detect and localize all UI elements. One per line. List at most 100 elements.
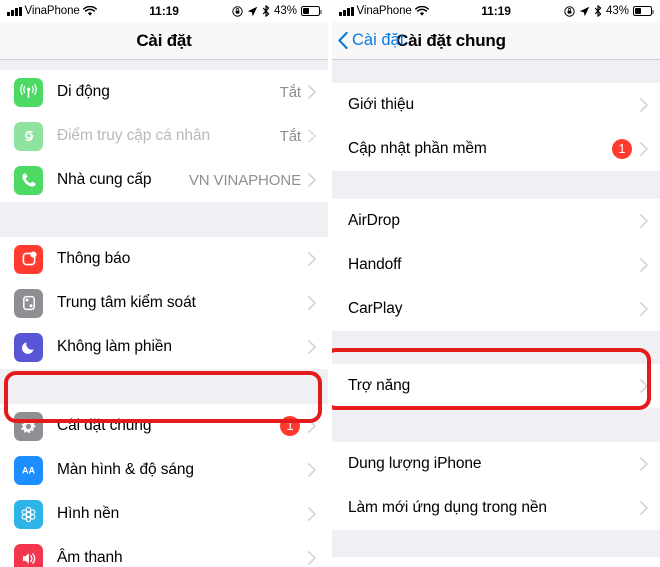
row-gioi-thieu[interactable]: Giới thiệu: [332, 83, 660, 127]
battery-percent-label: 43%: [273, 5, 297, 17]
row-label: Cập nhật phần mềm: [348, 140, 487, 157]
status-badge: 1: [612, 139, 632, 159]
row-label: Cài đặt chung: [57, 417, 152, 434]
row-label: Làm mới ứng dụng trong nền: [348, 499, 547, 516]
status-badge: 1: [280, 416, 300, 436]
chevron-right-icon: [640, 142, 648, 156]
row-label: Nhà cung cấp: [57, 171, 152, 188]
row-lam-moi-ung-dung[interactable]: Làm mới ứng dụng trong nền: [332, 486, 660, 530]
svg-text:AA: AA: [22, 465, 35, 475]
list-spacer: [332, 171, 660, 199]
list-spacer: [332, 530, 660, 557]
settings-group-partial: [332, 557, 660, 567]
row-trung-tam-kiem-soat[interactable]: Trung tâm kiểm soát: [0, 281, 328, 325]
battery-icon: [633, 6, 654, 16]
chevron-right-icon: [640, 214, 648, 228]
do-not-disturb-icon: [14, 332, 43, 362]
chevron-right-icon: [308, 340, 316, 354]
row-thong-bao[interactable]: Thông báo: [0, 237, 328, 281]
row-hinh-nen[interactable]: Hình nền: [0, 492, 328, 536]
row-label: Điểm truy cập cá nhân: [57, 127, 210, 144]
battery-percent-label: 43%: [605, 5, 629, 17]
chevron-right-icon: [308, 296, 316, 310]
status-bar-right-group: 43%: [232, 5, 322, 17]
right-phone-screen: VinaPhone 11:19 43% Cài đặt Cài đặt chun…: [332, 0, 660, 567]
sound-icon: [14, 543, 43, 567]
row-label: Âm thanh: [57, 549, 123, 566]
nav-bar-right: Cài đặt Cài đặt chung: [332, 22, 660, 60]
chevron-right-icon: [308, 419, 316, 433]
status-bar-right-group: 43%: [564, 5, 654, 17]
chevron-right-icon: [640, 501, 648, 515]
row-nha-cung-cap[interactable]: Nhà cung cấp VN VINAPHONE: [0, 158, 328, 202]
chevron-right-icon: [308, 463, 316, 477]
chevron-right-icon: [640, 457, 648, 471]
row-tro-nang[interactable]: Trợ năng: [332, 364, 660, 408]
row-label: Handoff: [348, 256, 402, 273]
row-am-thanh[interactable]: Âm thanh: [0, 536, 328, 567]
settings-group-network: Di động Tắt Điểm truy cập cá nhân Tắt Nh…: [0, 70, 328, 202]
chevron-left-icon: [338, 32, 348, 49]
location-arrow-icon: [247, 6, 258, 16]
dual-screenshot-container: VinaPhone 11:19 43% Cài đặt Di động Tắt …: [0, 0, 660, 567]
list-spacer: [332, 331, 660, 364]
chevron-right-icon: [308, 85, 316, 99]
chevron-right-icon: [308, 252, 316, 266]
notifications-icon: [14, 244, 43, 274]
status-bar-right: VinaPhone 11:19 43%: [332, 0, 660, 22]
chevron-right-icon: [640, 98, 648, 112]
page-title-right: Cài đặt chung: [396, 30, 506, 50]
row-diem-truy-cap-ca-nhan[interactable]: Điểm truy cập cá nhân Tắt: [0, 114, 328, 158]
chevron-right-icon: [308, 551, 316, 565]
back-button[interactable]: Cài đặt: [332, 31, 404, 50]
row-value: Tắt: [279, 127, 301, 145]
row-label: Di động: [57, 83, 110, 100]
location-arrow-icon: [579, 6, 590, 16]
chevron-right-icon: [308, 173, 316, 187]
bluetooth-icon: [594, 5, 602, 17]
chevron-right-icon: [308, 507, 316, 521]
left-phone-screen: VinaPhone 11:19 43% Cài đặt Di động Tắt …: [0, 0, 328, 567]
page-title-left: Cài đặt: [136, 30, 192, 50]
settings-list-left[interactable]: Di động Tắt Điểm truy cập cá nhân Tắt Nh…: [0, 60, 328, 567]
personal-hotspot-icon: [14, 121, 43, 151]
settings-group-general: Cài đặt chung 1 AA Màn hình & độ sáng Hì…: [0, 404, 328, 567]
row-label: Trung tâm kiểm soát: [57, 294, 196, 311]
row-label: Giới thiệu: [348, 96, 415, 113]
display-brightness-icon: AA: [14, 455, 43, 485]
status-bar-left: VinaPhone 11:19 43%: [0, 0, 328, 22]
row-label: CarPlay: [348, 300, 403, 317]
row-man-hinh-do-sang[interactable]: AA Màn hình & độ sáng: [0, 448, 328, 492]
row-label: AirDrop: [348, 212, 400, 229]
rotation-lock-icon: [232, 5, 243, 17]
settings-group-about: Giới thiệu Cập nhật phần mềm 1: [332, 83, 660, 171]
row-airdrop[interactable]: AirDrop: [332, 199, 660, 243]
settings-group-storage: Dung lượng iPhone Làm mới ứng dụng trong…: [332, 442, 660, 530]
chevron-right-icon: [640, 302, 648, 316]
list-spacer: [0, 369, 328, 404]
settings-list-right[interactable]: Giới thiệu Cập nhật phần mềm 1 AirDrop H…: [332, 60, 660, 567]
list-spacer: [0, 60, 328, 70]
list-spacer: [332, 408, 660, 442]
row-partial-bottom[interactable]: [332, 557, 660, 567]
nav-bar-left: Cài đặt: [0, 22, 328, 60]
row-cai-dat-chung[interactable]: Cài đặt chung 1: [0, 404, 328, 448]
chevron-right-icon: [308, 129, 316, 143]
settings-group-accessibility: Trợ năng: [332, 364, 660, 408]
gear-icon: [14, 411, 43, 441]
cellular-icon: [14, 77, 43, 107]
row-dung-luong-iphone[interactable]: Dung lượng iPhone: [332, 442, 660, 486]
control-center-icon: [14, 288, 43, 318]
row-label: Thông báo: [57, 250, 131, 267]
row-khong-lam-phien[interactable]: Không làm phiền: [0, 325, 328, 369]
wallpaper-icon: [14, 499, 43, 529]
row-cap-nhat-phan-mem[interactable]: Cập nhật phần mềm 1: [332, 127, 660, 171]
row-handoff[interactable]: Handoff: [332, 243, 660, 287]
battery-icon: [301, 6, 322, 16]
row-di-dong[interactable]: Di động Tắt: [0, 70, 328, 114]
back-button-label: Cài đặt: [352, 31, 405, 49]
row-label: Hình nền: [57, 505, 120, 522]
row-carplay[interactable]: CarPlay: [332, 287, 660, 331]
row-value: VN VINAPHONE: [188, 171, 301, 189]
rotation-lock-icon: [564, 5, 575, 17]
